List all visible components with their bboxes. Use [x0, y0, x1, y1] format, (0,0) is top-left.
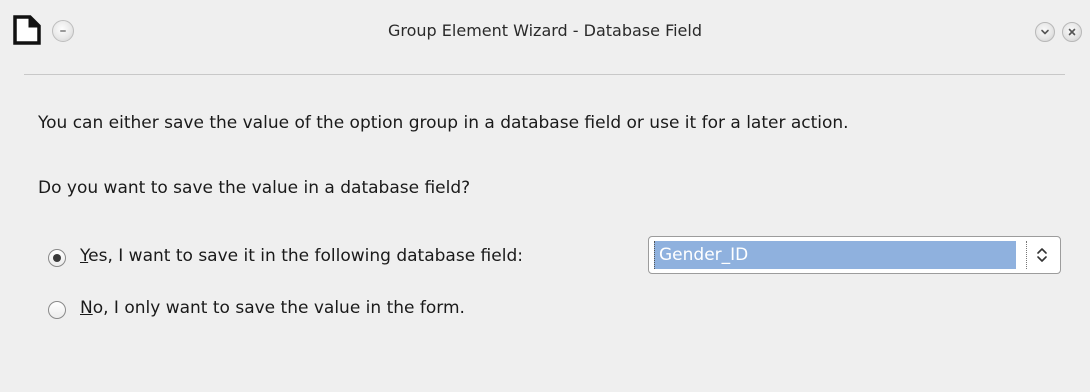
mnemonic-y: Y: [80, 246, 89, 266]
select-dropdown-button[interactable]: [1026, 241, 1056, 269]
database-field-select[interactable]: Gender_ID: [648, 236, 1061, 274]
minimize-button[interactable]: [1035, 22, 1055, 42]
option-yes-text: es, I want to save it in the following d…: [88, 246, 523, 266]
radio-save-in-form[interactable]: [48, 301, 66, 319]
close-button[interactable]: [1062, 22, 1082, 42]
option-yes-label[interactable]: Yes, I want to save it in the following …: [80, 246, 523, 266]
chevron-down-icon: [1041, 29, 1049, 35]
title-bar: Group Element Wizard - Database Field: [0, 0, 1090, 58]
option-no-label[interactable]: No, I only want to save the value in the…: [80, 298, 465, 318]
description-text: You can either save the value of the opt…: [38, 113, 849, 133]
window-title: Group Element Wizard - Database Field: [388, 21, 702, 40]
up-down-chevron-icon: [1036, 248, 1047, 262]
question-text: Do you want to save the value in a datab…: [38, 178, 471, 198]
selected-field-value[interactable]: Gender_ID: [654, 241, 1016, 269]
mnemonic-n: N: [80, 298, 93, 318]
header-divider: [24, 74, 1065, 75]
close-icon: [1068, 28, 1076, 36]
radio-save-in-field[interactable]: [48, 249, 66, 267]
option-no-text: o, I only want to save the value in the …: [92, 298, 465, 318]
wizard-dialog: Group Element Wizard - Database Field Yo…: [0, 0, 1090, 392]
